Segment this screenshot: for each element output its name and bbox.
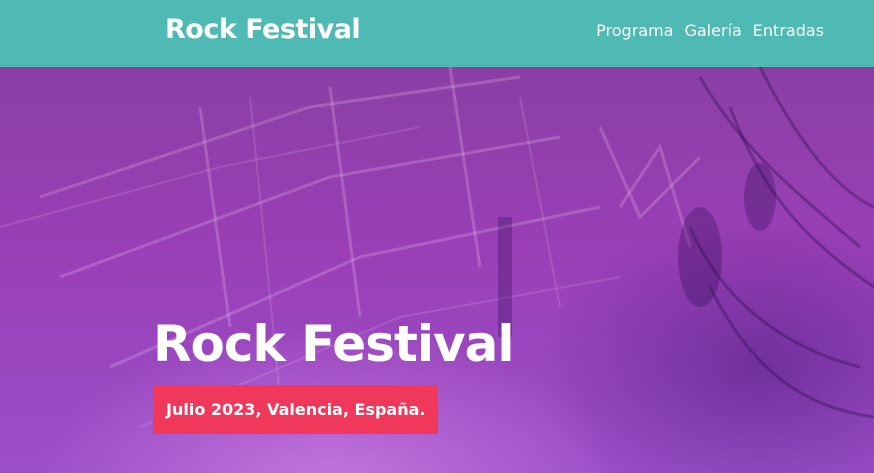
main-nav: Programa Galería Entradas bbox=[596, 21, 824, 40]
hero-title: Rock Festival bbox=[153, 315, 514, 373]
site-header: Rock Festival Programa Galería Entradas bbox=[0, 0, 874, 67]
hero-section: Rock Festival Julio 2023, Valencia, Espa… bbox=[0, 67, 874, 473]
nav-link-galeria[interactable]: Galería bbox=[684, 21, 741, 40]
nav-link-programa[interactable]: Programa bbox=[596, 21, 673, 40]
event-date-location-badge: Julio 2023, Valencia, España. bbox=[153, 385, 439, 434]
nav-link-entradas[interactable]: Entradas bbox=[753, 21, 824, 40]
brand-logo-link[interactable]: Rock Festival bbox=[165, 14, 361, 45]
